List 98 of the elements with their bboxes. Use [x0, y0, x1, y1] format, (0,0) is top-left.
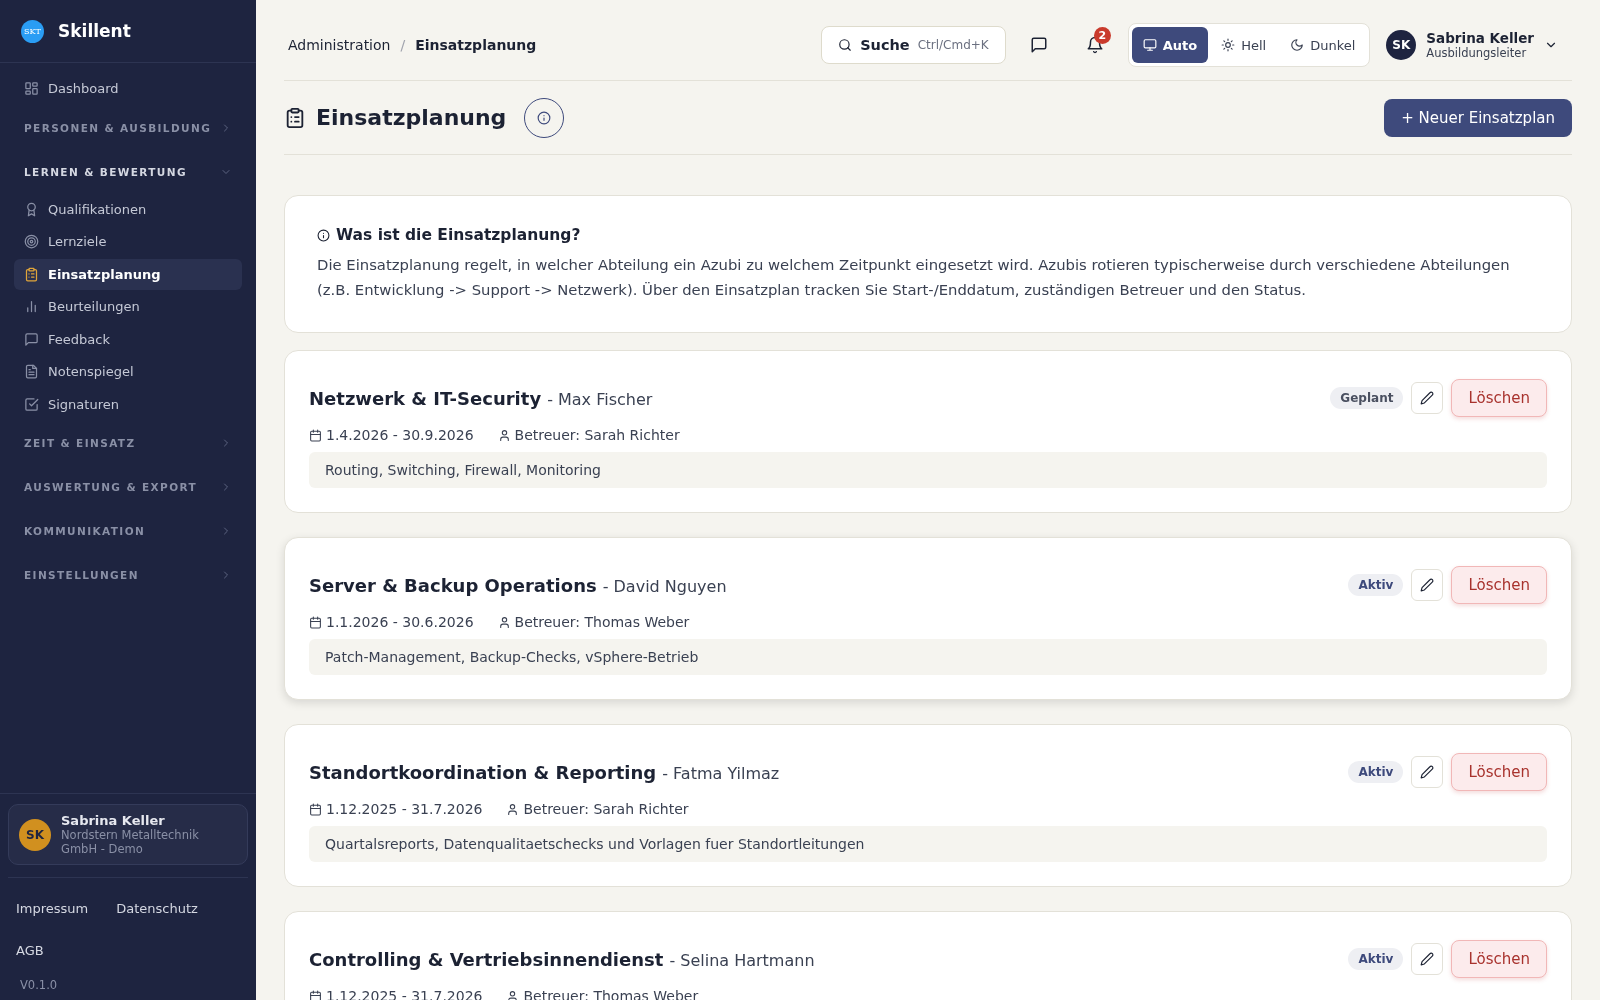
notifications-button[interactable]: 2 [1075, 26, 1114, 64]
status-badge: Aktiv [1348, 574, 1404, 596]
logo: SKT [21, 19, 44, 43]
delete-button[interactable]: Löschen [1451, 753, 1547, 791]
status-badge: Aktiv [1348, 948, 1404, 970]
sidebar-section-header[interactable]: LERNEN & BEWERTUNG [14, 149, 242, 194]
sidebar-item[interactable]: Dashboard [14, 73, 242, 104]
speech-bubble-icon [1029, 36, 1048, 54]
search-button[interactable]: Suche Ctrl/Cmd+K [821, 26, 1006, 64]
footer-link[interactable]: AGB [16, 930, 44, 972]
clipboard-icon [24, 266, 39, 282]
breadcrumb-item: Einsatzplanung [415, 37, 537, 53]
sidebar-section-header[interactable]: ZEIT & EINSATZ [14, 421, 242, 465]
sidebar-item[interactable]: Notenspiegel [14, 356, 242, 387]
pencil-icon [1420, 765, 1435, 779]
checkbox-icon [24, 396, 39, 412]
info-icon [537, 110, 552, 125]
theme-option[interactable]: Hell [1210, 27, 1278, 63]
sidebar-section-header[interactable]: PERSONEN & AUSBILDUNG [14, 105, 242, 150]
search-label: Suche [860, 37, 910, 53]
user-name: Sabrina Keller [61, 813, 166, 828]
footer-link[interactable]: Impressum [16, 888, 89, 930]
notes-field: Quartalsreports, Datenqualitaetschecks und Vorlagen fuer Standortleitungen [309, 826, 1547, 862]
organization-name: Nordstern Metalltechnik GmbH - Demo [61, 828, 200, 856]
info-icon [317, 228, 330, 242]
supervisor: Betreuer: Sarah Richter [514, 427, 680, 443]
keyboard-shortcut: Ctrl/Cmd+K [917, 38, 989, 52]
clipboard-icon [284, 106, 306, 129]
sidebar-item[interactable]: Feedback [14, 323, 242, 355]
supervisor: Betreuer: Sarah Richter [523, 801, 689, 817]
sidebar-item[interactable]: Signaturen [14, 388, 242, 420]
sidebar-section-header[interactable]: AUSWERTUNG & EXPORT [14, 465, 242, 509]
breadcrumb-separator: / [400, 37, 406, 53]
person-icon [497, 428, 511, 442]
notification-count: 2 [1093, 27, 1111, 44]
pencil-icon [1420, 391, 1435, 405]
footer-link[interactable]: Datenschutz [116, 888, 198, 930]
edit-button[interactable] [1411, 756, 1444, 788]
person-icon [497, 615, 511, 629]
target-icon [24, 234, 39, 249]
bar-chart-icon [24, 299, 39, 314]
version-label: V0.1.0 [19, 977, 59, 994]
trainee-name: - Fatma Yilmaz [662, 763, 780, 783]
department-name: Server & Backup Operations [309, 574, 597, 596]
app-name: Skillent [58, 21, 131, 41]
edit-button[interactable] [1411, 382, 1444, 414]
user-role: Ausbildungsleiter [1426, 46, 1528, 60]
delete-button[interactable]: Löschen [1451, 379, 1547, 417]
calendar-icon [309, 989, 322, 1000]
edit-button[interactable] [1411, 943, 1444, 975]
speech-bubble-icon [24, 331, 39, 347]
search-icon [838, 38, 853, 52]
sidebar-section-header[interactable]: KOMMUNIKATION [14, 509, 242, 553]
document-icon [24, 364, 39, 379]
avatar: SK [19, 818, 51, 851]
monitor-icon [1142, 38, 1157, 52]
calendar-icon [309, 615, 322, 629]
sidebar-section-header[interactable]: EINSTELLUNGEN [14, 553, 242, 597]
sidebar-item[interactable]: Beurteilungen [14, 291, 242, 322]
status-badge: Aktiv [1348, 761, 1404, 783]
info-text: Die Einsatzplanung regelt, in welcher Abteilung ein Azubi zu welchem Zeitpunkt eingesetzt wird. Azubis rotieren typischerweise durch verschiedene Abteilungen (z.B. Entwicklung -> Support -> Netzwerk). Über den Einsatzplan tracken Sie Start-/Enddatum, zuständigen Betreuer und den Status. [317, 255, 1511, 300]
person-icon [506, 989, 520, 1000]
status-badge: Geplant [1330, 387, 1404, 409]
sidebar-item[interactable]: Qualifikationen [14, 193, 242, 225]
page-title: Einsatzplanung [316, 105, 507, 130]
edit-button[interactable] [1411, 569, 1444, 601]
calendar-icon [309, 802, 322, 816]
award-icon [24, 201, 39, 217]
notes-field: Routing, Switching, Firewall, Monitoring [309, 452, 1547, 488]
calendar-icon [309, 428, 322, 442]
grid-icon [24, 81, 39, 96]
theme-option[interactable]: Dunkel [1279, 27, 1367, 63]
supervisor: Betreuer: Thomas Weber [514, 614, 690, 630]
sidebar-item[interactable]: Einsatzplanung [14, 258, 242, 290]
trainee-name: - David Nguyen [602, 576, 727, 596]
info-heading: Was ist die Einsatzplanung? [336, 226, 581, 244]
person-icon [506, 802, 520, 816]
delete-button[interactable]: Löschen [1451, 940, 1547, 978]
department-name: Standortkoordination & Reporting [309, 761, 657, 783]
user-name: Sabrina Keller [1426, 30, 1534, 46]
sun-icon [1221, 38, 1236, 52]
moon-icon [1290, 38, 1305, 52]
date-range: 1.4.2026 - 30.9.2026 [326, 427, 474, 443]
trainee-name: - Max Fischer [547, 389, 653, 409]
pencil-icon [1420, 578, 1435, 592]
department-name: Netzwerk & IT-Security [309, 387, 542, 409]
sidebar-item[interactable]: Lernziele [14, 226, 242, 257]
trainee-name: - Selina Hartmann [669, 950, 815, 970]
avatar: SK [1386, 30, 1417, 60]
notes-field: Patch-Management, Backup-Checks, vSphere-Betrieb [309, 639, 1547, 675]
breadcrumb-item[interactable]: Administration [288, 37, 391, 53]
date-range: 1.12.2025 - 31.7.2026 [326, 801, 483, 817]
new-plan-button[interactable]: + Neuer Einsatzplan [1384, 98, 1572, 137]
delete-button[interactable]: Löschen [1451, 566, 1547, 604]
theme-option[interactable]: Auto [1131, 27, 1209, 63]
date-range: 1.1.2026 - 30.6.2026 [326, 614, 474, 630]
department-name: Controlling & Vertriebsinnendienst [309, 948, 664, 970]
pencil-icon [1420, 952, 1435, 966]
